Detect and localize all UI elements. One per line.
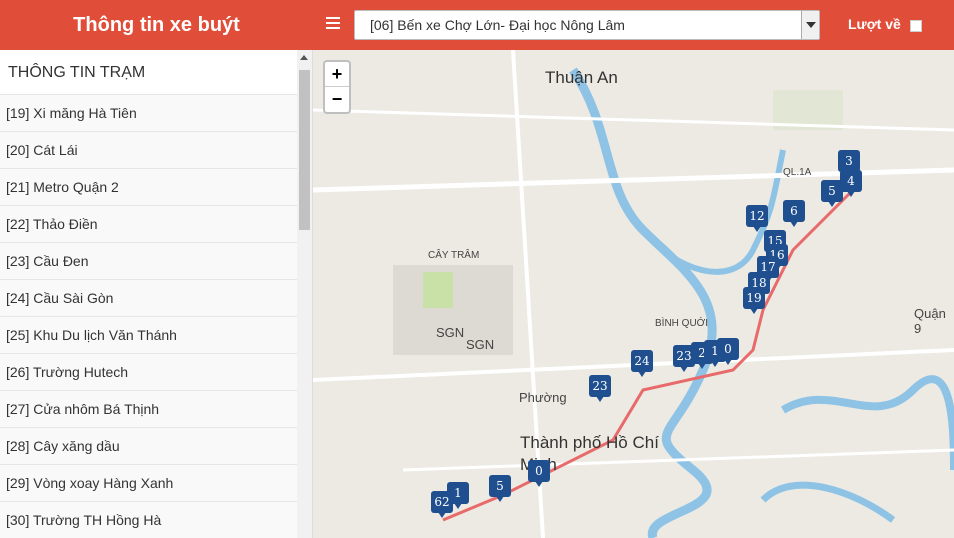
bus-stop-marker[interactable]: 23 — [589, 375, 611, 402]
bus-stop-marker[interactable]: 62 — [431, 491, 453, 518]
zoom-in-button[interactable]: + — [325, 62, 349, 87]
hamburger-icon[interactable] — [326, 17, 340, 31]
zoom-out-button[interactable]: − — [325, 87, 349, 112]
map-label: QL.1A — [783, 167, 812, 178]
bus-stop-marker[interactable]: 12 — [746, 205, 768, 232]
sidebar-scrollbar[interactable] — [297, 50, 312, 538]
stop-item[interactable]: [22] Thảo Điền — [0, 206, 297, 243]
scroll-thumb[interactable] — [299, 70, 310, 230]
panel-title: THÔNG TIN TRẠM — [0, 50, 312, 95]
map-label: SGN — [466, 337, 495, 352]
map-label: Thuận An — [545, 68, 618, 87]
bus-stop-marker[interactable]: 24 — [631, 350, 653, 377]
stop-item[interactable]: [25] Khu Du lịch Văn Thánh — [0, 317, 297, 354]
stop-info-panel: THÔNG TIN TRẠM [19] Xi măng Hà Tiên [20]… — [0, 50, 313, 538]
bus-stop-marker[interactable]: 6 — [783, 200, 805, 227]
return-trip-label: Lượt về — [848, 16, 901, 32]
scroll-up-icon[interactable] — [300, 55, 308, 60]
route-select-value: [06] Bến xe Chợ Lớn- Đại học Nông Lâm — [370, 17, 625, 33]
river — [760, 481, 896, 523]
chevron-down-icon[interactable] — [801, 11, 819, 39]
bus-stop-marker[interactable]: 3 — [838, 150, 860, 177]
bus-stop-marker[interactable]: 4 — [840, 170, 862, 197]
map-label: Phường — [519, 390, 567, 405]
stop-item[interactable]: [28] Cây xăng dầu — [0, 428, 297, 465]
top-bar: Thông tin xe buýt [06] Bến xe Chợ Lớn- Đ… — [0, 0, 954, 50]
stop-item[interactable]: [24] Cầu Sài Gòn — [0, 280, 297, 317]
stop-item[interactable]: [19] Xi măng Hà Tiên — [0, 95, 297, 132]
stop-item[interactable]: [27] Cửa nhôm Bá Thịnh — [0, 391, 297, 428]
map-label: Quận 9 — [914, 306, 946, 336]
stop-item[interactable]: [26] Trường Hutech — [0, 354, 297, 391]
zoom-control: + − — [323, 60, 351, 114]
map-label: SGN — [436, 325, 465, 340]
app-title: Thông tin xe buýt — [73, 14, 240, 36]
map-label: BÌNH QUỚI — [655, 318, 709, 329]
map-label: CÂY TRÂM — [428, 250, 480, 261]
bus-stop-marker[interactable]: 0 — [717, 338, 739, 365]
bus-stop-marker[interactable]: 0 — [528, 460, 550, 487]
stop-list: [19] Xi măng Hà Tiên [20] Cát Lái [21] M… — [0, 95, 312, 538]
stop-item[interactable]: [23] Cầu Đen — [0, 243, 297, 280]
stop-item[interactable]: [20] Cát Lái — [0, 132, 297, 169]
park-area — [423, 272, 453, 308]
stop-item[interactable]: [29] Vòng xoay Hàng Xanh — [0, 465, 297, 502]
stop-item[interactable]: [21] Metro Quận 2 — [0, 169, 297, 206]
bus-stop-marker[interactable]: 5 — [821, 180, 843, 207]
stop-item[interactable]: [30] Trường TH Hồng Hà — [0, 502, 297, 538]
bus-stop-marker[interactable]: 5 — [489, 475, 511, 502]
bus-stop-marker[interactable]: 19 — [743, 287, 765, 314]
route-map[interactable]: Thuận An SGN SGN Thành phố Hồ Chí Minh P… — [313, 50, 954, 538]
route-select[interactable]: [06] Bến xe Chợ Lớn- Đại học Nông Lâm — [354, 10, 820, 40]
road — [313, 108, 954, 132]
return-trip-checkbox[interactable] — [910, 20, 922, 32]
